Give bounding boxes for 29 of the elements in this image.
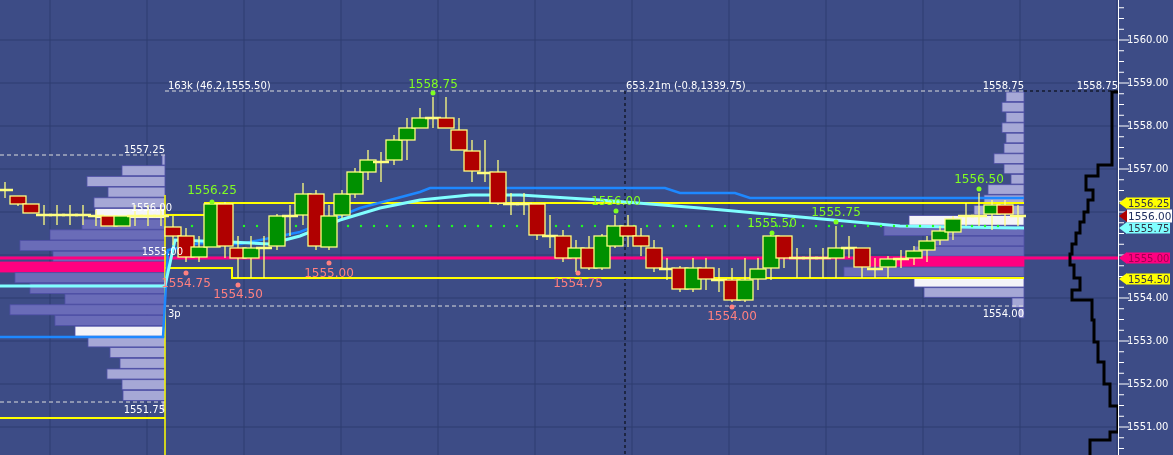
chart-label: 1558.75 (1076, 80, 1118, 92)
chart-label: 1556.00 (130, 202, 172, 214)
swing-high-label: 1556.25 (187, 183, 237, 197)
axis-label: 1551.00 (1127, 421, 1169, 433)
swing-high-label: 1555.75 (811, 205, 861, 219)
swing-high-label: 1555.50 (747, 216, 797, 230)
price-tag: 1556.00 (1127, 209, 1173, 223)
chart-label: 653.21m (-0.8,1339.75) (626, 80, 746, 92)
chart-label: 1554.00 (982, 308, 1024, 320)
tag-arrow-icon (1119, 273, 1127, 285)
swing-high-label: 1558.75 (408, 77, 458, 91)
swing-high-label: 1556.00 (591, 194, 641, 208)
axis-label: 1558.00 (1127, 120, 1169, 132)
swing-high-label: 1556.50 (954, 172, 1004, 186)
chart-label: 163k (46.2,1555.50) (168, 80, 271, 92)
axis-label: 1560.00 (1127, 34, 1169, 46)
swing-low-label: 1554.50 (213, 287, 263, 301)
swing-low-label: 1554.75 (553, 276, 603, 290)
tag-arrow-icon (1119, 252, 1127, 264)
axis-label: 1553.00 (1127, 335, 1169, 347)
axis-label: 1557.00 (1127, 163, 1169, 175)
swing-low-label: 1554.00 (707, 309, 757, 323)
axis-label: 1554.00 (1127, 292, 1169, 304)
axis-label: 1552.00 (1127, 378, 1169, 390)
chart-label: 1558.75 (982, 80, 1024, 92)
chart-label: 3p (168, 308, 181, 320)
axis-label: 1559.00 (1127, 77, 1169, 89)
swing-low-label: 1555.00 (304, 266, 354, 280)
chart-label: 1557.25 (123, 144, 165, 156)
